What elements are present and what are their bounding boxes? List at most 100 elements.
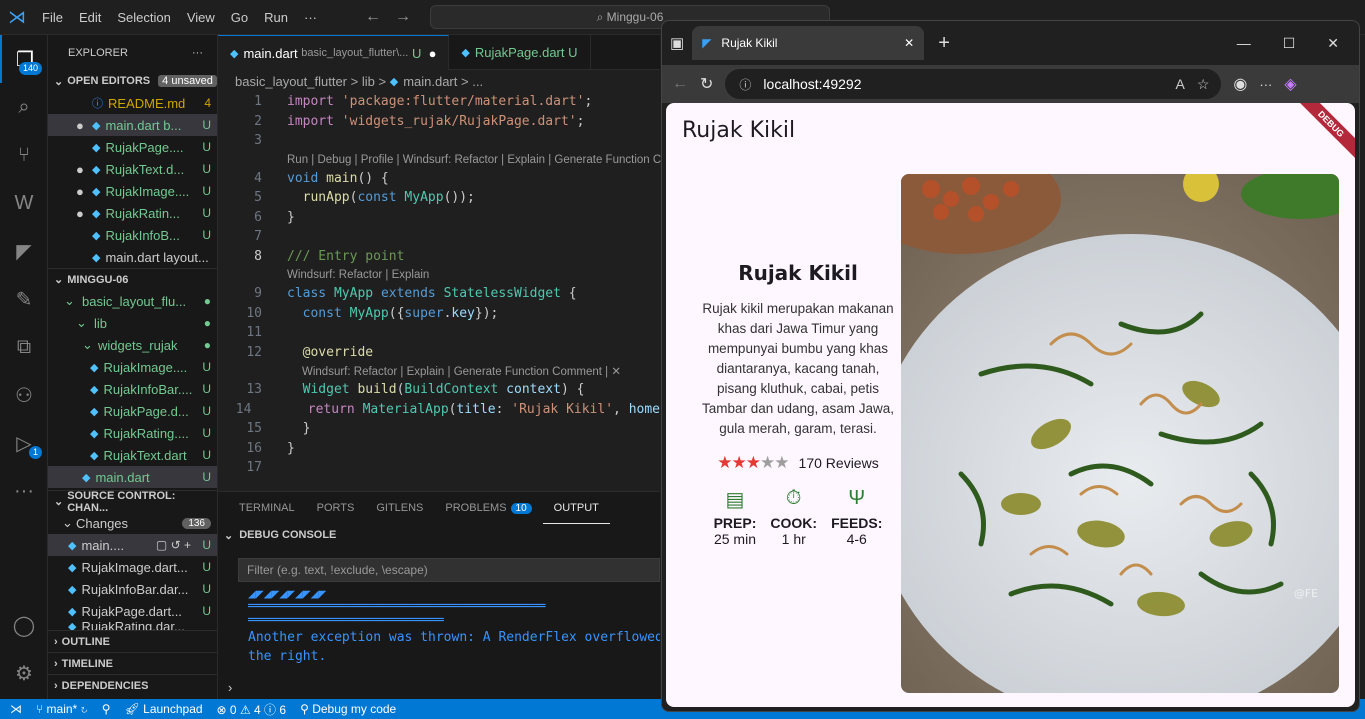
scm-actions-icons[interactable]: ▢ ↺ + [156,538,191,552]
scm-item[interactable]: ◆ main.... ▢ ↺ + U [48,534,217,556]
tab-terminal[interactable]: TERMINAL [228,492,306,524]
tab-ports[interactable]: PORTS [306,492,366,524]
changes-group[interactable]: ⌄ Changes 136 [48,512,217,534]
breadcrumb-item[interactable]: ... [472,74,483,89]
remote-explorer-icon[interactable]: ⧉ [0,323,48,371]
tree-file[interactable]: ◆ RujakText.dart U [48,444,217,466]
minimize-icon[interactable]: — [1237,35,1251,52]
gear-icon[interactable]: ⚙ [0,649,48,697]
extensions-icon[interactable]: ⚇ [0,371,48,419]
edit-icon[interactable]: ✎ [0,275,48,323]
scm-item[interactable]: ◆ RujakRating.dar... [48,622,217,630]
list-item[interactable]: ● ◆ RujakRatin... U [48,202,217,224]
source-control-header[interactable]: ⌄ SOURCE CONTROL: CHAN... [48,490,217,514]
file-name: RujakImage.dart... [81,559,188,575]
timeline-header[interactable]: › TIMELINE [48,652,217,674]
tab-rujakpage[interactable]: ◆ RujakPage.dart U [449,35,591,70]
launchpad-status[interactable]: 🚀︎ Launchpad [125,702,203,716]
explorer-more-icon[interactable]: ··· [192,47,203,59]
close-icon[interactable]: ✕ [904,36,914,50]
list-item[interactable]: ● ◆ main.dart b... U [48,114,217,136]
refresh-icon[interactable]: ↻ [700,74,713,94]
code-editor[interactable]: 1 import 'package:flutter/material.dart';… [218,92,661,478]
breadcrumb-item[interactable]: basic_layout_flutter [235,74,347,89]
forward-arrow-icon[interactable]: → [395,8,411,26]
scm-item[interactable]: ◆ RujakPage.dart... U [48,600,217,622]
dirty-dot-icon[interactable]: ● [429,46,437,61]
tab-output[interactable]: OUTPUT [542,492,610,524]
codelens[interactable]: Windsurf: Refactor | Explain [218,266,660,284]
open-editors-header[interactable]: ⌄ OPEN EDITORS 4 unsaved [48,70,217,92]
codelens[interactable]: Run | Debug | Profile | Windsurf: Refact… [218,151,661,169]
debug-console-header[interactable]: ⌄ DEBUG CONSOLE [218,524,660,546]
tree-file[interactable]: ◆ RujakPage.d... U [48,400,217,422]
run-debug-icon[interactable]: ▷ 1 [0,419,48,467]
scm-item[interactable]: ◆ RujakImage.dart... U [48,556,217,578]
maximize-icon[interactable]: ☐ [1283,35,1296,52]
back-arrow-icon[interactable]: ← [672,75,688,93]
list-item[interactable]: ◆ main.dart layout... [48,246,217,268]
search-icon[interactable]: ⌕ [0,83,48,131]
tree-file[interactable]: ◆ RujakInfoBar.... U [48,378,217,400]
more-icon[interactable]: ··· [1259,77,1272,92]
filter-input[interactable]: Filter (e.g. text, !exclude, \escape) [238,558,660,582]
list-item[interactable]: ◆ RujakInfoB... U [48,224,217,246]
profile-avatar[interactable]: ◉ [1233,74,1247,94]
close-window-icon[interactable]: ✕ [1327,35,1339,52]
menu-file[interactable]: File [34,10,71,25]
favorite-star-icon[interactable]: ☆ [1197,76,1210,93]
account-icon[interactable]: ◯ [0,601,48,649]
list-item[interactable]: ◆ RujakPage.... U [48,136,217,158]
codelens[interactable]: Windsurf: Refactor | Explain | Generate … [218,362,660,380]
branch-status[interactable]: ⑂ main* ↻ [36,702,88,716]
list-item[interactable]: ⓘ README.md 4 [48,92,217,114]
address-bar[interactable]: ⓘ localhost:49292 A ☆ [725,69,1222,99]
menu-go[interactable]: Go [223,10,256,25]
tab-gitlens[interactable]: GITLENS [365,492,434,524]
source-control-icon[interactable]: ⑂ [0,131,48,179]
chevron-right-icon[interactable]: › [228,680,232,695]
code-line: 7 [254,229,262,245]
menu-view[interactable]: View [179,10,223,25]
menu-selection[interactable]: Selection [109,10,178,25]
scm-item[interactable]: ◆ RujakInfoBar.dar... U [48,578,217,600]
explorer-icon[interactable]: ❐ 140 [0,35,48,83]
browser-tab[interactable]: ◤ Rujak Kikil ✕ [692,26,925,60]
windsurf-status-icon[interactable]: ⚲ [102,702,111,716]
tab-label: main.dart [243,45,298,61]
copilot-icon[interactable]: ◈ [1284,74,1296,94]
file-name: main.dart layout... [105,249,209,265]
breadcrumb-item[interactable]: lib [362,74,375,89]
sidebar-toggle-icon[interactable]: ▣ [670,34,684,52]
tree-folder[interactable]: ⌄ widgets_rujak ● [48,334,217,356]
flutter-icon[interactable]: ◤ [0,227,48,275]
list-item[interactable]: ● ◆ RujakImage.... U [48,180,217,202]
list-item[interactable]: ● ◆ RujakText.d... U [48,158,217,180]
read-aloud-icon[interactable]: A [1176,76,1185,92]
back-arrow-icon[interactable]: ← [365,8,381,26]
workspace-header[interactable]: ⌄ MINGGU-06 [48,268,217,290]
console-line: the right. [248,649,327,664]
problems-status[interactable]: ⊗ 0 ⚠ 4 ⓘ 6 [217,701,287,718]
dependencies-header[interactable]: › DEPENDENCIES [48,674,217,696]
tree-folder[interactable]: ⌄ lib ● [48,312,217,334]
info-icon[interactable]: ⓘ [739,76,751,93]
tab-problems[interactable]: PROBLEMS 10 [434,492,542,524]
new-tab-icon[interactable]: + [938,32,950,55]
tree-file[interactable]: ◆ RujakImage.... U [48,356,217,378]
windsurf-icon[interactable]: W [0,179,48,227]
menu-edit[interactable]: Edit [71,10,109,25]
menu-run[interactable]: Run [256,10,296,25]
outline-header[interactable]: › OUTLINE [48,630,217,652]
dart-file-icon: ◆ [92,251,101,264]
menu-more[interactable]: ··· [296,10,325,25]
tree-file[interactable]: ◆ main.dart U [48,466,217,488]
more-icon[interactable]: ··· [0,467,48,515]
remote-icon[interactable]: ⋊ [10,702,22,716]
debug-status[interactable]: ⚲ Debug my code [300,702,396,716]
tree-file[interactable]: ◆ RujakRating.... U [48,422,217,444]
breadcrumb-item[interactable]: main.dart [403,74,457,89]
food-image: @FE [901,174,1339,693]
tab-main-dart[interactable]: ◆ main.dart basic_layout_flutter\... U ● [218,35,450,70]
tree-folder[interactable]: ⌄ basic_layout_flu... ● [48,290,217,312]
